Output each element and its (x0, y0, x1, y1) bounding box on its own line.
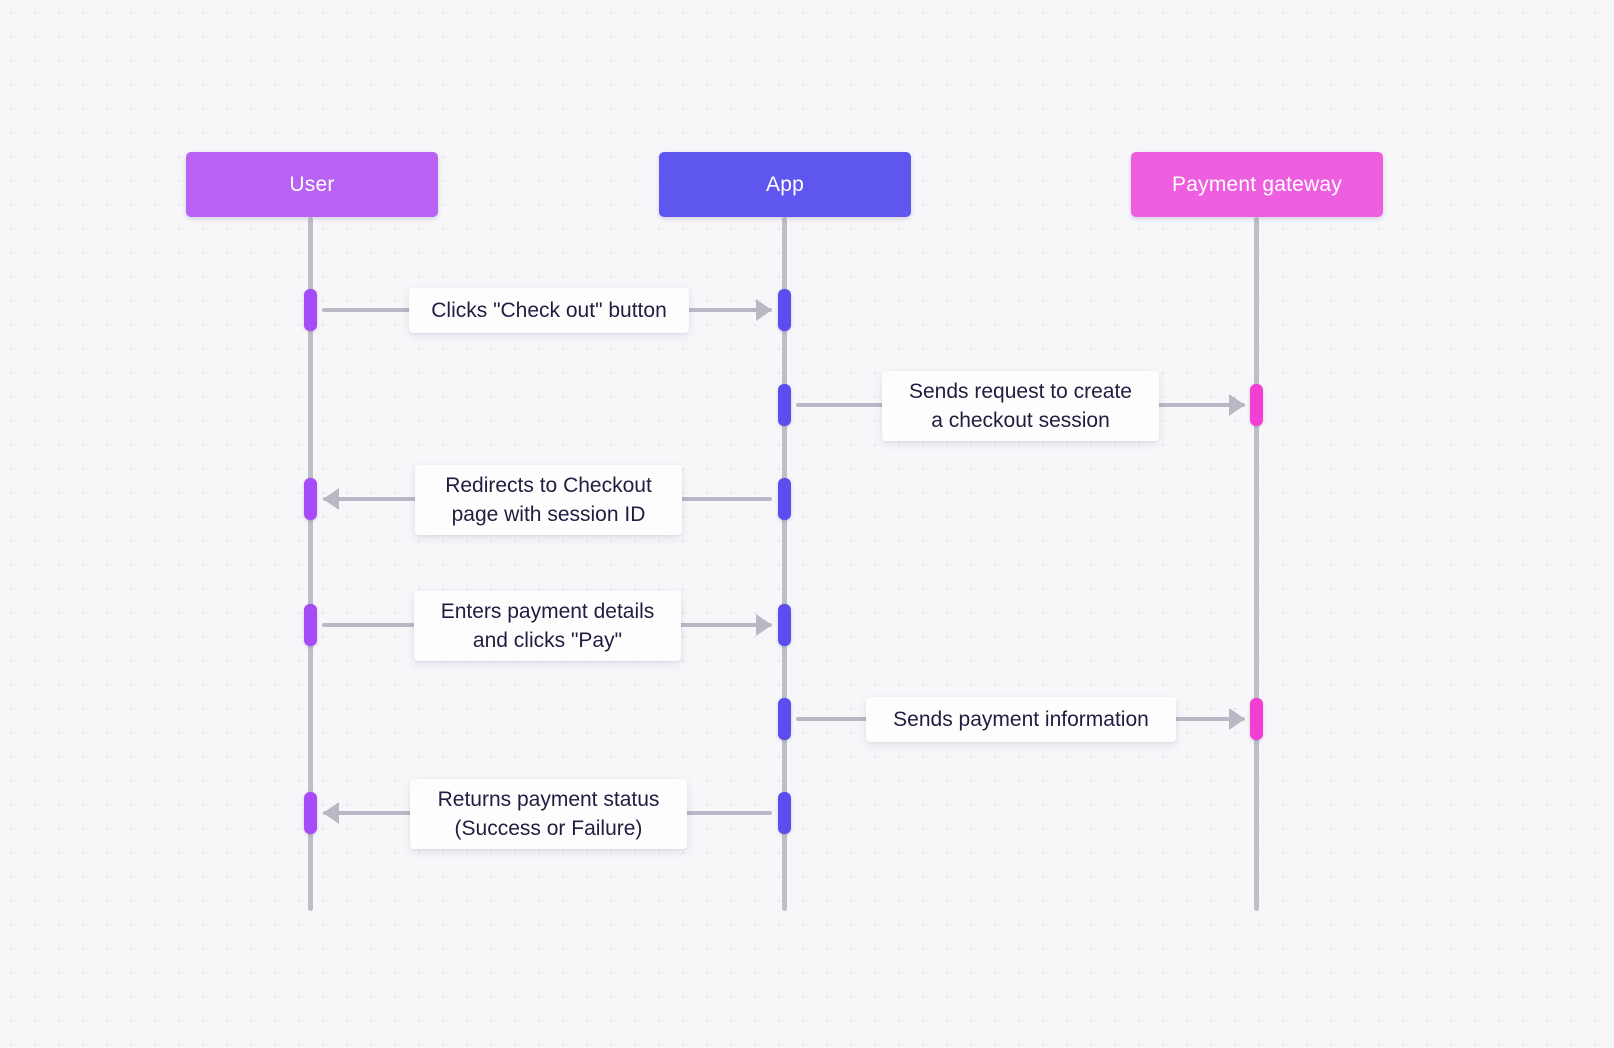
ar1-arrowhead-icon (756, 299, 772, 321)
message-label-l3[interactable]: Redirects to Checkout page with session … (415, 465, 682, 535)
participant-box-app[interactable]: App (659, 152, 911, 217)
participant-label-gateway: Payment gateway (1172, 172, 1342, 196)
ar6-arrowhead-icon (323, 802, 339, 824)
participant-box-user[interactable]: User (186, 152, 438, 217)
activation-bar-user (304, 604, 317, 646)
message-label-text: Enters payment details and clicks "Pay" (440, 600, 655, 652)
activation-bar-app (778, 289, 791, 331)
ar3-arrowhead-icon (323, 488, 339, 510)
sequence-diagram-canvas: User App Payment gateway Clicks "Check out"… (0, 0, 1614, 1048)
activation-bar-user (304, 792, 317, 834)
message-label-l1[interactable]: Clicks "Check out" button (409, 288, 689, 333)
participant-box-gateway[interactable]: Payment gateway (1131, 152, 1383, 217)
message-label-l2[interactable]: Sends request to create a checkout sessi… (882, 371, 1159, 441)
message-label-text: Clicks "Check out" button (431, 299, 667, 322)
activation-bar-app (778, 792, 791, 834)
message-label-l5[interactable]: Sends payment information (866, 697, 1176, 742)
message-label-l4[interactable]: Enters payment details and clicks "Pay" (414, 591, 681, 661)
message-label-text: Redirects to Checkout page with session … (445, 474, 652, 526)
ar4-arrowhead-icon (756, 614, 772, 636)
gateway-lifeline (1254, 217, 1259, 911)
message-label-text: Sends request to create a checkout sessi… (909, 380, 1132, 432)
activation-bar-app (778, 478, 791, 520)
activation-bar-app (778, 384, 791, 426)
activation-bar-app (778, 604, 791, 646)
message-label-l6[interactable]: Returns payment status (Success or Failu… (410, 779, 687, 849)
activation-bar-gateway (1250, 384, 1263, 426)
ar5-arrowhead-icon (1229, 708, 1245, 730)
message-label-text: Returns payment status (Success or Failu… (437, 788, 660, 840)
activation-bar-app (778, 698, 791, 740)
activation-bar-gateway (1250, 698, 1263, 740)
participant-label-app: App (766, 172, 804, 196)
ar2-arrowhead-icon (1229, 394, 1245, 416)
activation-bar-user (304, 478, 317, 520)
participant-label-user: User (289, 172, 335, 196)
message-label-text: Sends payment information (893, 708, 1149, 731)
activation-bar-user (304, 289, 317, 331)
